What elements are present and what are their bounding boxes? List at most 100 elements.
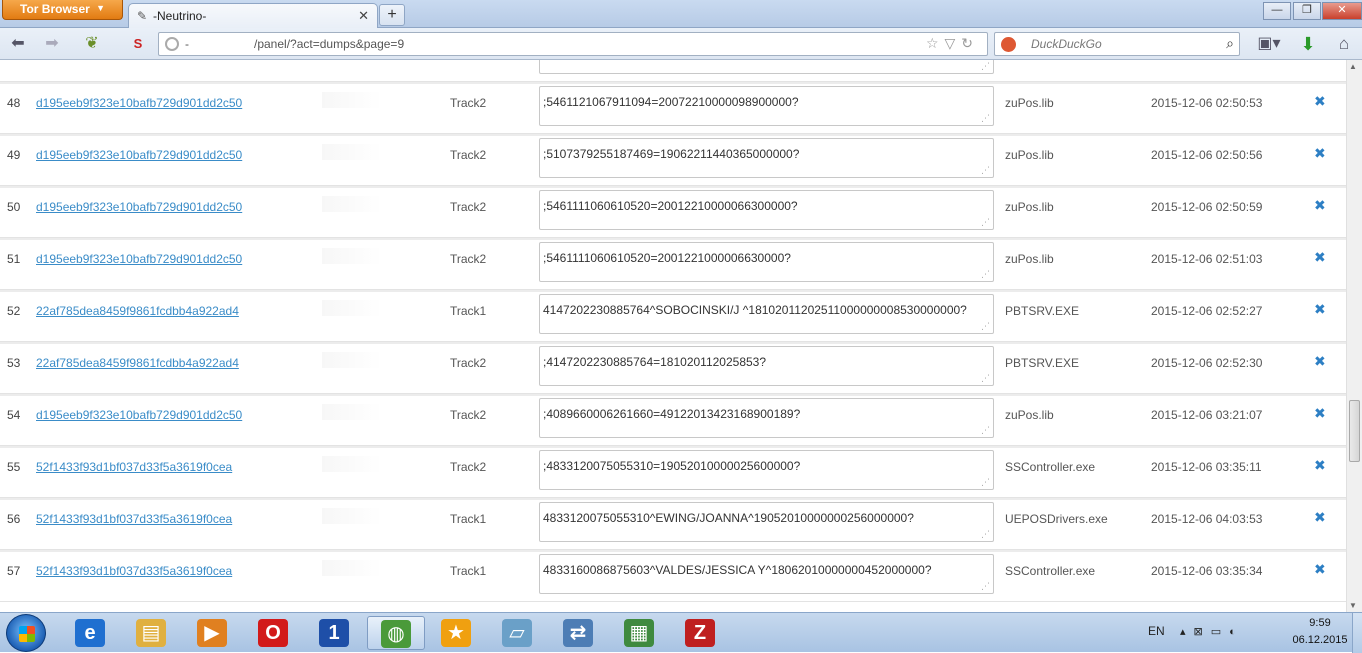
delete-icon[interactable]: ✖	[1314, 405, 1326, 422]
clock-time[interactable]: 9:59	[1290, 617, 1350, 629]
taskbar-item[interactable]: ★	[428, 616, 486, 650]
maximize-button[interactable]: ❐	[1293, 2, 1321, 20]
taskbar-item[interactable]: ▱	[489, 616, 547, 650]
dump-date: 2015-12-06 03:35:11	[1151, 460, 1262, 474]
close-window-button[interactable]: ✕	[1322, 2, 1362, 20]
new-tab-button[interactable]: +	[379, 4, 405, 26]
vertical-scrollbar[interactable]: ▲ ▼	[1346, 60, 1362, 612]
bot-id-link[interactable]: 22af785dea8459f9861fcdbb4a922ad4	[36, 356, 239, 370]
delete-icon[interactable]: ✖	[1314, 561, 1326, 578]
taskbar-item[interactable]: ▦	[611, 616, 669, 650]
row-number: 48	[7, 96, 21, 110]
resize-grip-icon[interactable]: ⋰	[981, 269, 990, 280]
bot-id-link[interactable]: d195eeb9f323e10bafb729d901dd2c50	[36, 200, 242, 214]
close-icon[interactable]: ✕	[358, 8, 369, 24]
taskbar-item[interactable]: 1	[306, 616, 364, 650]
delete-icon[interactable]: ✖	[1314, 145, 1326, 162]
resize-grip-icon[interactable]: ⋰	[981, 217, 990, 228]
bot-id-link[interactable]: d195eeb9f323e10bafb729d901dd2c50	[36, 252, 242, 266]
network-icon: ⇄	[563, 619, 593, 647]
delete-icon[interactable]: ✖	[1314, 353, 1326, 370]
track-type: Track2	[450, 408, 487, 422]
dump-textarea[interactable]: ;5107379255187469=19062211440365000000?⋰	[539, 138, 994, 178]
dump-textarea[interactable]: ;5107379255187469=19062211440365000000?⋰	[539, 60, 994, 74]
bot-id-link[interactable]: 22af785dea8459f9861fcdbb4a922ad4	[36, 304, 239, 318]
tray-icons[interactable]: ▴⊠▭◐	[1180, 625, 1244, 638]
delete-icon[interactable]: ✖	[1314, 197, 1326, 214]
bot-id-link[interactable]: d195eeb9f323e10bafb729d901dd2c50	[36, 148, 242, 162]
delete-icon[interactable]: ✖	[1314, 301, 1326, 318]
taskbar-item[interactable]: ◍	[367, 616, 425, 650]
tor-browser-menu-button[interactable]: Tor Browser ▼	[2, 0, 123, 20]
taskbar-item[interactable]: ▤	[123, 616, 181, 650]
dumps-table: 47d195eeb9f323e10bafb729d901dd2c50Track2…	[0, 60, 1346, 612]
resize-grip-icon[interactable]: ⋰	[981, 165, 990, 176]
table-row: 54 d195eeb9f323e10bafb729d901dd2c50 Track2…	[0, 394, 1346, 446]
start-button[interactable]	[6, 614, 46, 652]
scroll-up-icon[interactable]: ▲	[1349, 62, 1357, 71]
taskbar-item[interactable]: ⇄	[550, 616, 608, 650]
dump-date: 2015-12-06 02:52:30	[1151, 356, 1263, 370]
bot-id-link[interactable]: 52f1433f93d1bf037d33f5a3619f0cea	[36, 512, 232, 526]
home-icon[interactable]: ⌂	[1332, 33, 1356, 55]
search-bar[interactable]: DuckDuckGo ⌕	[994, 32, 1240, 56]
resize-grip-icon[interactable]: ⋰	[981, 61, 990, 72]
bot-id-link[interactable]: 52f1433f93d1bf037d33f5a3619f0cea	[36, 564, 232, 578]
bookmarks-menu-icon[interactable]: ▣▾	[1252, 33, 1286, 55]
resize-grip-icon[interactable]: ⋰	[981, 477, 990, 488]
show-desktop-button[interactable]	[1352, 613, 1362, 653]
forward-button[interactable]: ➡	[40, 33, 64, 55]
tab-neutrino[interactable]: ✎ -Neutrino- ✕	[128, 3, 378, 28]
delete-icon[interactable]: ✖	[1314, 93, 1326, 110]
minimize-button[interactable]: —	[1263, 2, 1291, 20]
row-number: 53	[7, 356, 21, 370]
bot-id-link[interactable]: d195eeb9f323e10bafb729d901dd2c50	[36, 408, 242, 422]
redacted-ip	[322, 352, 422, 368]
table-row: 55 52f1433f93d1bf037d33f5a3619f0cea Track2…	[0, 446, 1346, 498]
clock-date[interactable]: 06.12.2015	[1290, 634, 1350, 646]
bookmark-star-icon[interactable]: ☆▽↻	[926, 35, 979, 52]
row-number: 49	[7, 148, 21, 162]
taskbar-item[interactable]: ▶	[184, 616, 242, 650]
delete-icon[interactable]: ✖	[1314, 457, 1326, 474]
dump-textarea[interactable]: 4833120075055310^EWING/JOANNA^1905201000…	[539, 502, 994, 542]
delete-icon[interactable]: ✖	[1314, 509, 1326, 526]
row-number: 56	[7, 512, 21, 526]
scroll-down-icon[interactable]: ▼	[1349, 601, 1357, 610]
bot-id-link[interactable]: 52f1433f93d1bf037d33f5a3619f0cea	[36, 460, 232, 474]
row-divider	[0, 186, 1346, 188]
dump-textarea[interactable]: ;4833120075055310=19052010000025600000? ⋰	[539, 450, 994, 490]
dump-textarea[interactable]: ;4089660006261660=49122013423168900189? ⋰	[539, 398, 994, 438]
row-divider	[0, 290, 1346, 292]
url-host: -	[185, 37, 189, 51]
dump-textarea[interactable]: 4147202230885764^SOBOCINSKI/J ^181020112…	[539, 294, 994, 334]
dump-textarea[interactable]: 4833160086875603^VALDES/JESSICA Y^180620…	[539, 554, 994, 594]
resize-grip-icon[interactable]: ⋰	[981, 321, 990, 332]
bot-id-link[interactable]: d195eeb9f323e10bafb729d901dd2c50	[36, 96, 242, 110]
dump-textarea[interactable]: ;4147202230885764=181020112025853? ⋰	[539, 346, 994, 386]
dump-textarea[interactable]: ;5461111060610520=2001221000006630000? ⋰	[539, 242, 994, 282]
resize-grip-icon[interactable]: ⋰	[981, 581, 990, 592]
scrollbar-thumb[interactable]	[1349, 400, 1360, 462]
resize-grip-icon[interactable]: ⋰	[981, 425, 990, 436]
resize-grip-icon[interactable]: ⋰	[981, 529, 990, 540]
language-indicator[interactable]: EN	[1148, 624, 1165, 638]
onion-icon[interactable]: ❦	[80, 33, 104, 55]
back-button[interactable]: ⬅	[6, 33, 30, 55]
taskbar-item[interactable]: O	[245, 616, 303, 650]
taskbar-item[interactable]: e	[62, 616, 120, 650]
navigation-bar: ⬅ ➡ ❦ S - /panel/?act=dumps&page=9 ☆▽↻ D…	[0, 28, 1362, 60]
track-type: Track2	[450, 252, 487, 266]
dump-textarea[interactable]: ;5461121067911094=20072210000098900000? ⋰	[539, 86, 994, 126]
process-name: PBTSRV.EXE	[1005, 356, 1080, 370]
download-icon[interactable]: ⬇	[1296, 33, 1320, 55]
noscript-icon[interactable]: S	[126, 33, 150, 55]
chevron-down-icon: ▼	[96, 3, 105, 13]
delete-icon[interactable]: ✖	[1314, 249, 1326, 266]
url-bar[interactable]: - /panel/?act=dumps&page=9 ☆▽↻	[158, 32, 988, 56]
resize-grip-icon[interactable]: ⋰	[981, 373, 990, 384]
search-icon[interactable]: ⌕	[1226, 35, 1234, 52]
taskbar-item[interactable]: Z	[672, 616, 730, 650]
resize-grip-icon[interactable]: ⋰	[981, 113, 990, 124]
dump-textarea[interactable]: ;5461111060610520=20012210000066300000? ⋰	[539, 190, 994, 230]
